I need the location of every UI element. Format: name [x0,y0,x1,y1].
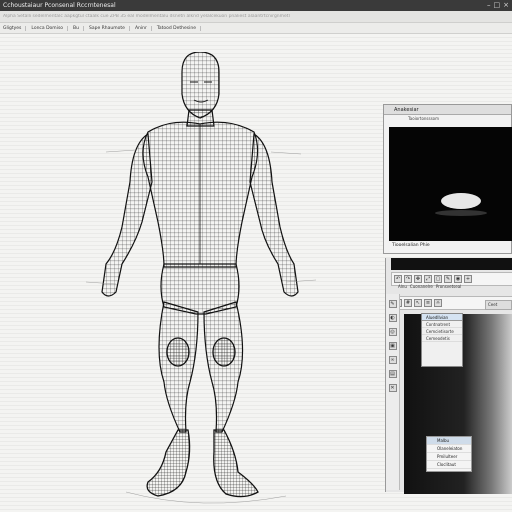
render-preview [389,127,512,241]
menu-item-4[interactable]: Sape Rhaumote [89,25,130,31]
context-popup[interactable]: Aluedllvian Contnatrent Cemcietisorte Ce… [421,313,463,367]
menu-bar: Gligtyes Lonca Domiso Bu Sape Rhaumote A… [0,23,512,34]
right-arm-mesh [249,132,299,297]
layer-list: Malbu Olaneleiaton Pmilulteer Cloclitaut [426,436,472,472]
menu-item-5[interactable]: Aninr [135,25,152,31]
popup-row-2[interactable]: Cemcietisorte [422,328,462,335]
light-icon[interactable]: ☼ [434,299,442,307]
minimize-icon[interactable]: – [487,1,491,10]
window-controls: – □ × [487,1,509,10]
sculpt-icon[interactable]: ◐ [388,314,397,322]
path-bar: Alpha Setalli sedelmentalc aapkgtul ctaa… [0,11,512,23]
properties-dock: ↶ ↷ ✥ ⤢ ▢ ✎ ◉ + Alnu Cuonanelre Pronsvet… [385,258,512,494]
layers-icon[interactable]: ≡ [424,299,432,307]
preview-caption: Tiooelsalian Phie [392,243,430,248]
title-bar: Cchoustaiaur Pconsenal Rccrntenesal – □ … [0,0,512,11]
layer-item-2[interactable]: Olaneleiaton [427,445,471,453]
brush-icon[interactable]: ✎ [388,300,397,308]
tab-2[interactable]: Cuonanelre [410,284,433,292]
tab-3[interactable]: Pronsvetseal [436,284,461,292]
tab-1[interactable]: Alnu [398,284,407,292]
link-icon[interactable]: ∞ [388,356,397,364]
panel-subtitle: Taoiortonsssom [408,116,440,121]
popup-row-1[interactable]: Contnatrent [422,321,462,328]
grid-icon[interactable]: # [404,299,412,307]
panel-title: Anakesiar [384,105,511,115]
menu-item-3[interactable]: Bu [73,25,84,31]
layer-item-4[interactable]: Cloclitaut [427,461,471,469]
window-title: Cchoustaiaur Pconsenal Rccrntenesal [3,2,116,9]
menu-item-6[interactable]: Tatood Dethesine [157,25,201,31]
add-icon[interactable]: + [464,275,472,283]
maximize-icon[interactable]: □ [494,1,501,10]
redo-icon[interactable]: ↷ [404,275,412,283]
popup-header: Aluedllvian [422,314,462,321]
cursor-icon[interactable]: ↖ [414,299,422,307]
left-boot-mesh [146,429,191,497]
undo-icon[interactable]: ↶ [394,275,402,283]
select-icon[interactable]: ▢ [434,275,442,283]
dock-header-strip [391,258,512,270]
folder-icon[interactable]: ▤ [388,370,397,378]
app-window: Cchoustaiaur Pconsenal Rccrntenesal – □ … [0,0,512,512]
layer-item-3[interactable]: Pmilulteer [427,453,471,461]
menu-item-1[interactable]: Gligtyes [3,25,27,31]
file-path-text: Alpha Setalli sedelmentalc aapkgtul ctaa… [3,14,290,19]
paint-icon[interactable]: ✎ [444,275,452,283]
head-mesh [181,52,220,119]
left-arm-mesh [101,132,153,297]
render-preview-panel[interactable]: Anakesiar Taoiortonsssom Tiooelsalian Ph… [383,104,512,254]
popup-row-3[interactable]: Cemeodetis [422,335,462,342]
left-leg-mesh [158,301,199,433]
scale-icon[interactable]: ⤢ [424,275,432,283]
trash-icon[interactable]: ✕ [388,384,397,392]
layer-item-1[interactable]: Malbu [427,437,471,445]
right-leg-mesh [203,301,244,433]
dock-tabs: Alnu Cuonanelre Pronsvetseal [398,284,461,292]
right-boot-mesh [213,429,259,498]
close-icon[interactable]: × [503,1,509,10]
wireframe-body-model[interactable] [86,52,316,506]
move-icon[interactable]: ✥ [414,275,422,283]
lock-icon[interactable]: ▣ [388,342,397,350]
right-tab[interactable]: Ceet [485,300,512,310]
camera-icon[interactable]: ◉ [454,275,462,283]
menu-item-2[interactable]: Lonca Domiso [31,25,69,31]
eye-icon[interactable]: ◎ [388,328,397,336]
dock-side-tools: ✎ ◐ ◎ ▣ ∞ ▤ ✕ [386,294,400,490]
